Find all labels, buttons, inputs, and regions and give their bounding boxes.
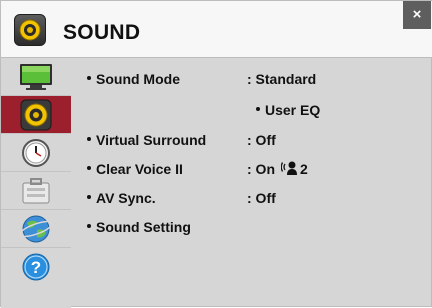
close-button[interactable]: × — [403, 1, 431, 29]
clear-voice-value: : On — [247, 161, 275, 177]
sound-mode-value: : Standard — [247, 71, 317, 87]
sidebar-item-network[interactable] — [1, 210, 71, 248]
svg-text:?: ? — [31, 258, 41, 277]
toolbox-icon — [22, 178, 50, 204]
sidebar-item-time[interactable] — [1, 134, 71, 172]
bullet — [87, 166, 91, 171]
av-sync-label: AV Sync. — [96, 190, 156, 206]
help-icon: ? — [22, 253, 50, 281]
virtual-surround-value: : Off — [247, 132, 276, 148]
sidebar: ? — [1, 58, 71, 308]
bullet — [256, 107, 260, 112]
clear-voice-label: Clear Voice II — [96, 161, 183, 177]
speaker-icon — [20, 99, 52, 131]
clock-icon — [22, 139, 50, 167]
clear-voice-level: 2 — [300, 161, 308, 177]
user-eq-item[interactable]: User EQ — [256, 102, 320, 118]
voice-level-icon — [281, 161, 297, 176]
sound-setting-item[interactable]: Sound Setting — [87, 219, 191, 235]
sound-setting-label: Sound Setting — [96, 219, 191, 235]
sidebar-item-support[interactable]: ? — [1, 248, 71, 286]
sidebar-item-sound[interactable] — [1, 96, 71, 134]
av-sync-value: : Off — [247, 190, 276, 206]
clear-voice-value-group: : On 2 — [247, 161, 308, 178]
virtual-surround-item[interactable]: Virtual Surround — [87, 132, 206, 148]
globe-icon — [19, 215, 53, 243]
bullet — [87, 195, 91, 200]
av-sync-item[interactable]: AV Sync. — [87, 190, 156, 206]
bullet — [87, 76, 91, 81]
settings-list: Sound Mode : Standard User EQ Virtual Su… — [71, 58, 432, 308]
sound-mode-label: Sound Mode — [96, 71, 180, 87]
speaker-icon — [14, 14, 46, 46]
sound-mode-item[interactable]: Sound Mode — [87, 71, 180, 87]
tv-icon — [20, 64, 52, 90]
title-bar: SOUND — [1, 1, 432, 58]
page-title: SOUND — [63, 21, 141, 44]
bullet — [87, 137, 91, 142]
virtual-surround-label: Virtual Surround — [96, 132, 207, 148]
sound-menu-panel: SOUND × ? Sound Mode: Standard User EQ … — [0, 0, 432, 308]
sidebar-item-setup[interactable] — [1, 172, 71, 210]
user-eq-label: User EQ — [265, 102, 321, 118]
sidebar-item-picture[interactable] — [1, 58, 71, 96]
clear-voice-item[interactable]: Clear Voice II — [87, 161, 183, 177]
bullet — [87, 224, 91, 229]
